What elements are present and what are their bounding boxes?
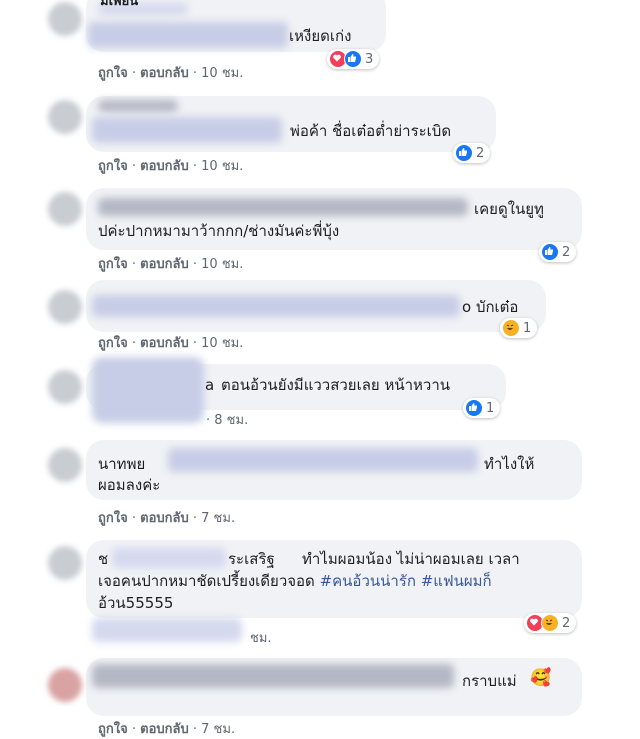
- hashtag-link[interactable]: #แฟนผมก็: [421, 572, 492, 590]
- comment-text: พ่อค้า ชื่อเต๋อต่ำย่าระเบิด: [290, 122, 452, 140]
- separator: ·: [131, 257, 136, 272]
- blurred-text: [92, 295, 460, 317]
- comment-actions: ชม.: [250, 627, 272, 648]
- reply-link[interactable]: ตอบกลับ: [140, 155, 189, 176]
- comment-actions: ถูกใจ · ตอบกลับ · 10 ชม.: [98, 155, 243, 176]
- timestamp[interactable]: 10 ชม.: [201, 253, 243, 274]
- avatar[interactable]: [48, 448, 82, 482]
- separator: ·: [131, 511, 136, 526]
- comment-text-line1: ทำไงให้: [484, 455, 535, 473]
- separator: ·: [192, 66, 198, 81]
- like-link[interactable]: ถูกใจ: [98, 332, 128, 353]
- comment-text-line2: เจอคนปากหมาชัดเปรี้ยงเดียวจอด #คนอ้วนน่า…: [98, 572, 492, 591]
- separator: ·: [192, 722, 198, 737]
- comment-actions: ถูกใจ · ตอบกลับ · 10 ชม.: [98, 62, 243, 83]
- like-icon: [344, 50, 362, 68]
- commenter-name-end[interactable]: ระเสริฐ: [228, 550, 275, 569]
- timestamp[interactable]: 7 ชม.: [201, 507, 235, 528]
- commenter-name[interactable]: a: [205, 376, 214, 395]
- like-link[interactable]: ถูกใจ: [98, 507, 128, 528]
- comment-actions: · 8 ชม.: [206, 409, 248, 430]
- reply-link[interactable]: ตอบกลับ: [140, 507, 189, 528]
- comment-text: ตอนอ้วนยังมีแววสวยเลย หน้าหวาน: [221, 376, 450, 394]
- reply-link[interactable]: ตอบกลับ: [140, 718, 189, 739]
- like-link[interactable]: ถูกใจ: [98, 253, 128, 274]
- blurred-text: [92, 664, 454, 688]
- like-icon: [541, 243, 559, 261]
- reaction-summary[interactable]: 1: [500, 318, 538, 338]
- avatar[interactable]: [48, 290, 82, 324]
- reaction-summary[interactable]: 1: [463, 398, 501, 418]
- comment-actions: ถูกใจ · ตอบกลับ · 7 ชม.: [98, 718, 235, 739]
- reply-link[interactable]: ตอบกลับ: [140, 62, 189, 83]
- blurred-name: [98, 100, 178, 112]
- comment-text: o บักเต๋อ: [462, 298, 519, 316]
- reaction-count: 2: [562, 244, 571, 260]
- hashtag-link[interactable]: #คนอ้วนน่ารัก: [320, 572, 416, 590]
- comment-text: เหงียดเก่ง: [289, 27, 352, 45]
- avatar[interactable]: [48, 370, 82, 404]
- timestamp[interactable]: 8 ชม.: [214, 409, 248, 430]
- reaction-summary[interactable]: 2: [524, 613, 577, 633]
- reaction-summary[interactable]: 2: [453, 143, 491, 163]
- reaction-count: 1: [486, 400, 495, 416]
- blurred-text: [88, 22, 288, 48]
- comment-text-line2: ปค่ะปากหมามาว้ากกก/ช่างมันค่ะพี่บุ้ง: [98, 222, 340, 240]
- comment-actions: ถูกใจ · ตอบกลับ · 10 ชม.: [98, 332, 243, 353]
- comment-text-line2: ผอมลงค่ะ: [98, 476, 161, 494]
- comment-text: กราบแม่: [462, 672, 517, 690]
- separator: ·: [131, 722, 136, 737]
- smiling-face-with-hearts-icon: 🥰: [530, 668, 552, 688]
- separator: ·: [131, 336, 136, 351]
- blurred-name: [98, 198, 468, 216]
- separator: ·: [192, 336, 198, 351]
- avatar[interactable]: [48, 192, 82, 226]
- like-link[interactable]: ถูกใจ: [98, 155, 128, 176]
- like-link[interactable]: ถูกใจ: [98, 62, 128, 83]
- avatar[interactable]: [48, 100, 82, 134]
- like-icon: [455, 144, 473, 162]
- reaction-summary[interactable]: 3: [327, 49, 380, 69]
- comment-actions: ถูกใจ · ตอบกลับ · 10 ชม.: [98, 253, 243, 274]
- hashtag-link-continued[interactable]: อ้วน55555: [98, 594, 173, 613]
- reaction-summary[interactable]: 2: [539, 242, 577, 262]
- timestamp[interactable]: 10 ชม.: [201, 155, 243, 176]
- timestamp[interactable]: 10 ชม.: [201, 62, 243, 83]
- avatar[interactable]: [48, 546, 82, 580]
- separator: ·: [206, 413, 211, 428]
- like-link[interactable]: ถูกใจ: [98, 718, 128, 739]
- blurred-actions: [92, 618, 242, 642]
- blurred-name: [92, 357, 204, 423]
- avatar[interactable]: [48, 668, 82, 702]
- comments-panel: เหงียดเก่ง ถูกใจ · ตอบกลับ · 10 ชม. 3 พ่…: [0, 0, 640, 737]
- commenter-name-start[interactable]: ช: [98, 550, 108, 569]
- reply-link[interactable]: ตอบกลับ: [140, 253, 189, 274]
- separator: ·: [192, 511, 198, 526]
- separator: ·: [131, 159, 136, 174]
- reaction-count: 2: [476, 145, 485, 161]
- blurred-name: [168, 448, 478, 472]
- haha-icon: [502, 319, 520, 337]
- like-icon: [465, 399, 483, 417]
- comment-actions: ถูกใจ · ตอบกลับ · 7 ชม.: [98, 507, 235, 528]
- comment-text-line1: ทำไมผอมน้อง ไม่น่าผอมเลย เวลา: [302, 550, 520, 568]
- reply-link[interactable]: ตอบกลับ: [140, 332, 189, 353]
- avatar[interactable]: [48, 2, 82, 36]
- blurred-name: [112, 548, 226, 568]
- separator: ·: [192, 257, 198, 272]
- timestamp[interactable]: ชม.: [250, 627, 272, 648]
- partial-name-top: ม้เพียน: [100, 0, 139, 9]
- separator: ·: [192, 159, 198, 174]
- timestamp[interactable]: 10 ชม.: [201, 332, 243, 353]
- timestamp[interactable]: 7 ชม.: [201, 718, 235, 739]
- commenter-name[interactable]: นาทพย: [98, 455, 145, 474]
- haha-icon: [541, 614, 559, 632]
- reaction-count: 1: [523, 320, 532, 336]
- comment-text-line1: เคยดูในยูทู: [474, 200, 544, 218]
- blurred-text: [92, 117, 282, 143]
- reaction-count: 2: [562, 615, 571, 631]
- comment-text-plain: เจอคนปากหมาชัดเปรี้ยงเดียวจอด: [98, 572, 315, 590]
- separator: ·: [131, 66, 136, 81]
- reaction-count: 3: [365, 51, 374, 67]
